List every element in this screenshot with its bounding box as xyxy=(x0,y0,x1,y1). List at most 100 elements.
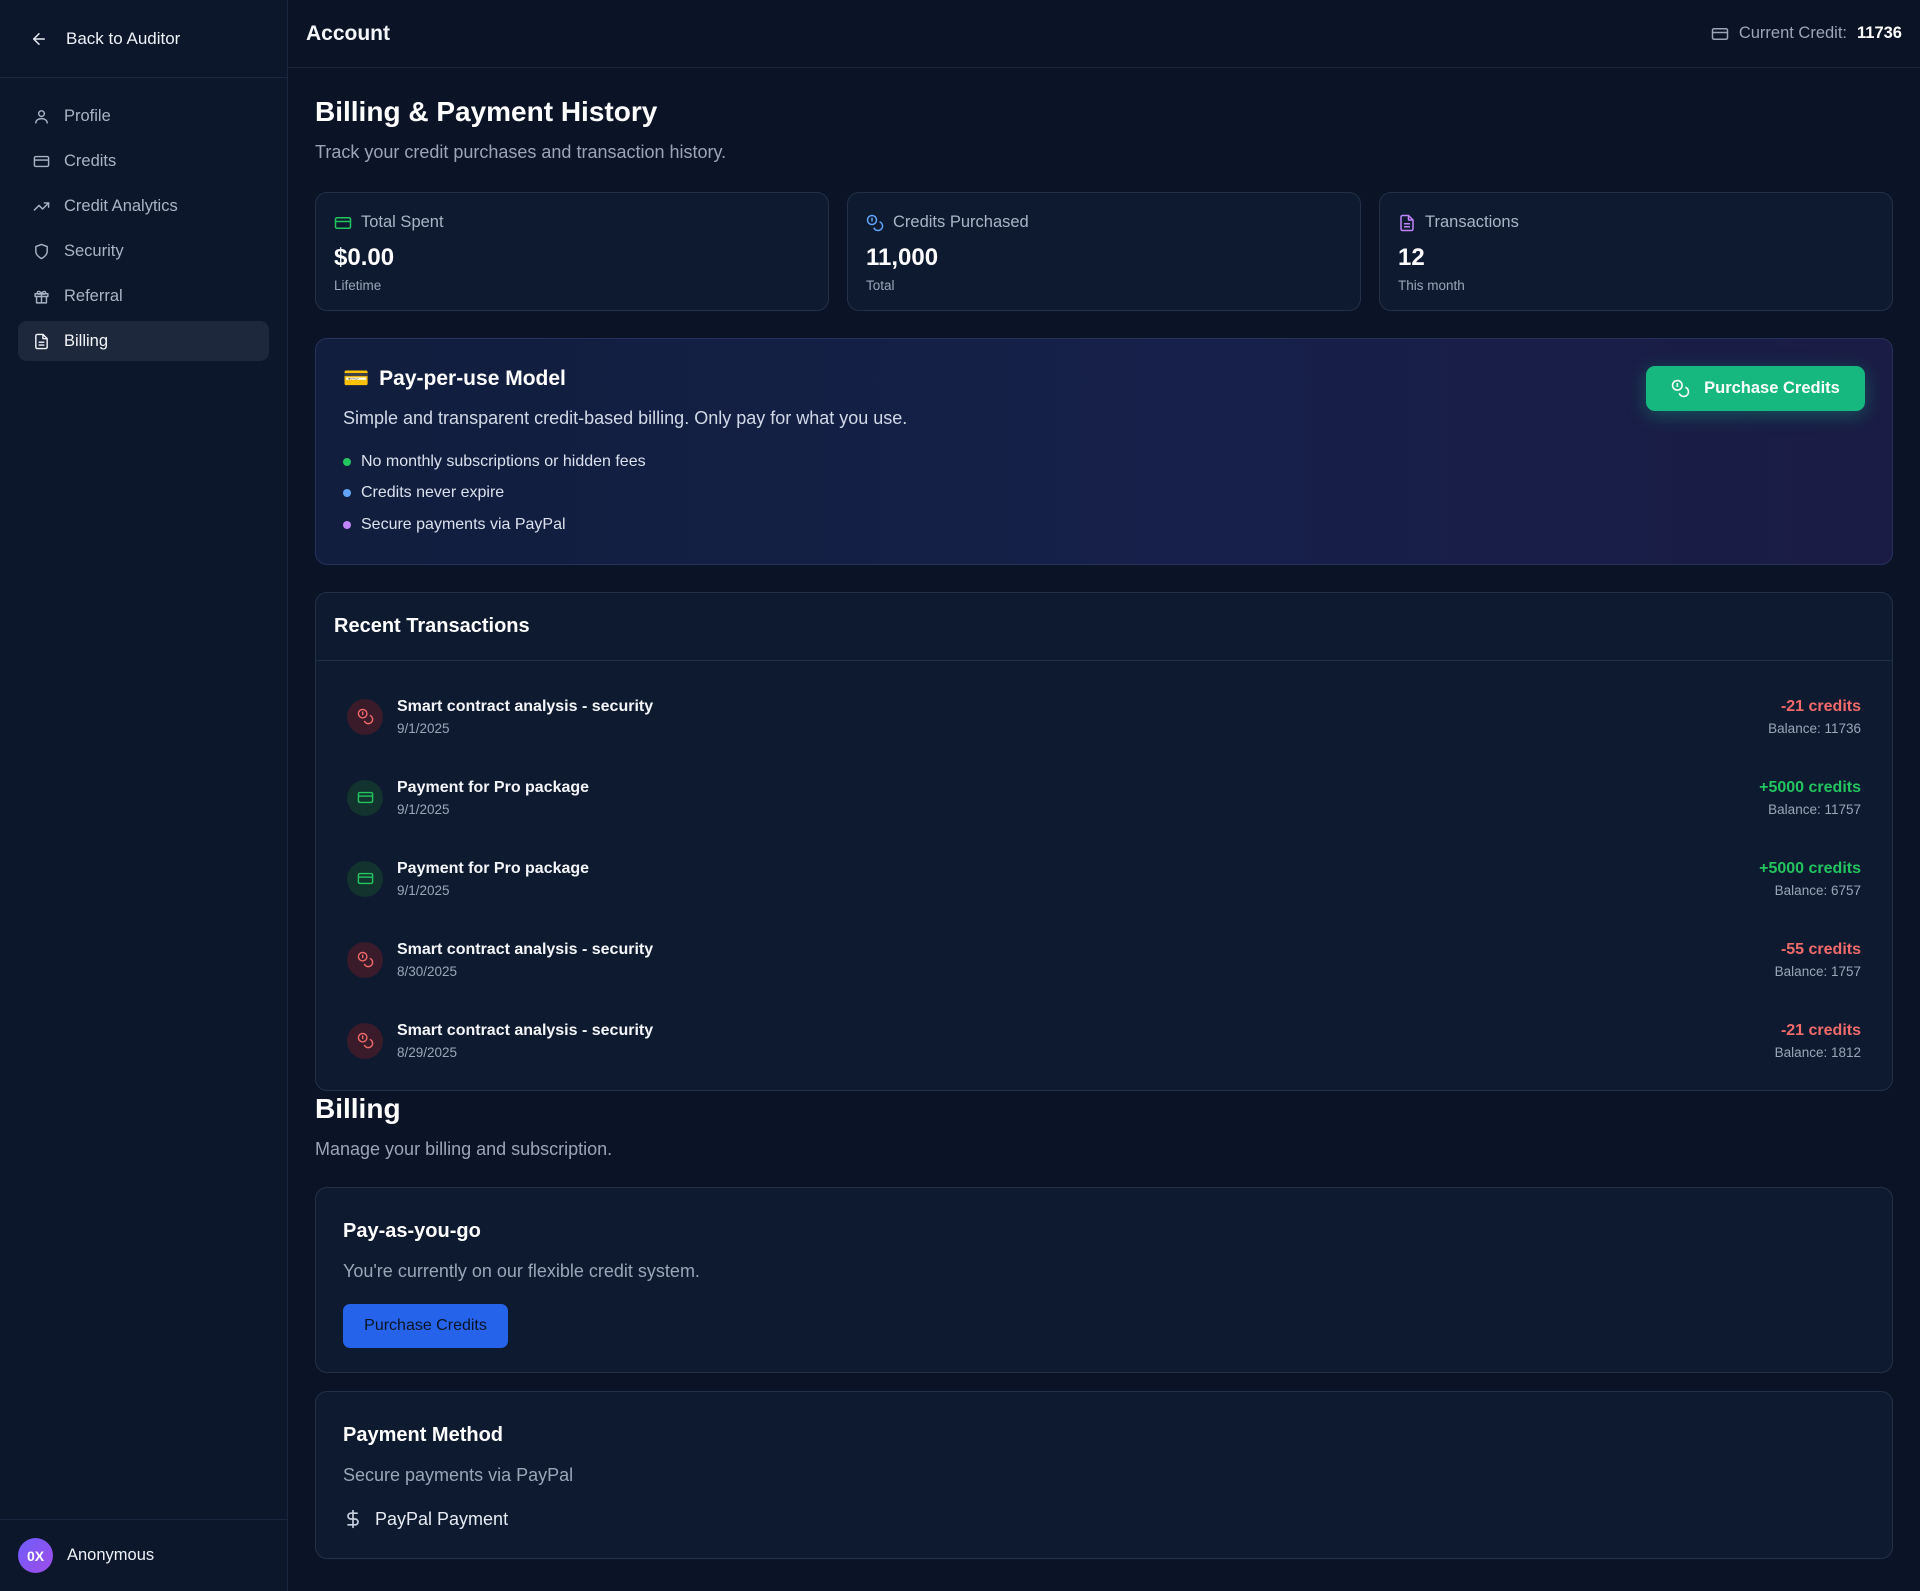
transaction-amount: -55 credits xyxy=(1780,940,1861,958)
transaction-amount: -21 credits xyxy=(1780,697,1861,715)
payment-method-label: PayPal Payment xyxy=(375,1508,509,1529)
transaction-balance: Balance: 1812 xyxy=(1774,1044,1861,1060)
coins-icon xyxy=(347,1022,383,1059)
credit-card-icon xyxy=(347,779,383,816)
sidebar-item-label: Referral xyxy=(64,286,123,305)
transaction-balance: Balance: 11757 xyxy=(1768,801,1861,817)
transactions-list: Smart contract analysis - security 9/1/2… xyxy=(316,661,1892,1081)
purchase-credits-label: Purchase Credits xyxy=(1704,379,1840,397)
table-row: Smart contract analysis - security 8/30/… xyxy=(347,919,1861,1000)
current-credit-label: Current Credit: xyxy=(1738,24,1848,42)
user-name: Anonymous xyxy=(67,1546,155,1564)
stat-value: 12 xyxy=(1398,244,1425,271)
payment-method-description: Secure payments via PayPal xyxy=(343,1465,574,1485)
stat-card-credits-purchased: Credits Purchased 11,000 Total xyxy=(847,192,1361,311)
gift-icon xyxy=(32,287,50,305)
plan-description: You're currently on our flexible credit … xyxy=(343,1261,700,1281)
transaction-description: Smart contract analysis - security xyxy=(397,1021,654,1039)
transaction-description: Payment for Pro package xyxy=(397,859,590,877)
bullet-text: No monthly subscriptions or hidden fees xyxy=(361,452,646,470)
promo-title: Pay-per-use Model xyxy=(379,367,566,390)
user-profile[interactable]: 0X Anonymous xyxy=(0,1519,287,1591)
purchase-credits-button[interactable]: Purchase Credits xyxy=(343,1304,508,1348)
recent-transactions-card: Recent Transactions Smart contract analy… xyxy=(315,592,1893,1091)
sidebar-item-label: Security xyxy=(64,241,124,260)
transaction-date: 9/1/2025 xyxy=(397,720,450,736)
transaction-description: Smart contract analysis - security xyxy=(397,697,654,715)
shield-icon xyxy=(32,242,50,260)
stat-value: $0.00 xyxy=(334,244,395,271)
sidebar-item-label: Credit Analytics xyxy=(64,196,178,215)
transaction-date: 8/30/2025 xyxy=(397,963,458,979)
credit-card-emoji-icon: 💳 xyxy=(343,367,370,390)
sidebar-item-profile[interactable]: Profile xyxy=(18,96,269,136)
transaction-balance: Balance: 11736 xyxy=(1768,720,1861,736)
table-row: Smart contract analysis - security 9/1/2… xyxy=(347,676,1861,757)
stat-value: 11,000 xyxy=(866,244,939,271)
sidebar-item-security[interactable]: Security xyxy=(18,231,269,271)
transaction-amount: +5000 credits xyxy=(1759,859,1861,877)
billing-title: Billing xyxy=(315,1093,401,1124)
main-content: Billing & Payment History Track your cre… xyxy=(315,68,1893,1559)
payment-method-card: Payment Method Secure payments via PayPa… xyxy=(315,1391,1893,1559)
stat-label: Total Spent xyxy=(361,213,444,231)
stat-card-total-spent: Total Spent $0.00 Lifetime xyxy=(315,192,829,311)
sidebar: Back to Auditor Profile Credits Credit A… xyxy=(0,0,288,1591)
bullet-dot-icon xyxy=(343,457,351,466)
sidebar-item-credit-analytics[interactable]: Credit Analytics xyxy=(18,186,269,226)
credit-card-icon xyxy=(334,214,352,232)
user-icon xyxy=(32,107,50,125)
arrow-left-icon xyxy=(30,30,48,48)
transaction-amount: -21 credits xyxy=(1780,1021,1861,1039)
feature-list: No monthly subscriptions or hidden fees … xyxy=(343,446,1865,541)
stat-note: This month xyxy=(1398,278,1465,293)
sidebar-item-label: Billing xyxy=(64,331,109,350)
sidebar-nav: Profile Credits Credit Analytics Securit… xyxy=(0,78,287,361)
sidebar-item-credits[interactable]: Credits xyxy=(18,141,269,181)
trending-up-icon xyxy=(32,197,50,215)
stat-note: Total xyxy=(866,278,895,293)
list-item: No monthly subscriptions or hidden fees xyxy=(343,446,1865,478)
billing-subtitle: Manage your billing and subscription. xyxy=(315,1139,613,1159)
stat-label: Credits Purchased xyxy=(893,213,1029,231)
sidebar-item-referral[interactable]: Referral xyxy=(18,276,269,316)
bullet-text: Secure payments via PayPal xyxy=(361,515,566,533)
coins-icon xyxy=(1671,379,1690,398)
credit-card-icon xyxy=(32,152,50,170)
bullet-text: Credits never expire xyxy=(361,484,505,502)
transaction-date: 9/1/2025 xyxy=(397,882,450,898)
bullet-dot-icon xyxy=(343,520,351,529)
credit-card-icon xyxy=(1711,25,1729,43)
pay-per-use-card: 💳 Pay-per-use Model Simple and transpare… xyxy=(315,338,1893,565)
back-link-label: Back to Auditor xyxy=(66,28,181,48)
bullet-dot-icon xyxy=(343,489,351,498)
purchase-credits-button[interactable]: Purchase Credits xyxy=(1646,366,1865,411)
history-subtitle: Track your credit purchases and transact… xyxy=(315,142,727,162)
plan-card: Pay-as-you-go You're currently on our fl… xyxy=(315,1187,1893,1373)
stat-card-transactions: Transactions 12 This month xyxy=(1379,192,1893,311)
promo-description: Simple and transparent credit-based bill… xyxy=(343,408,908,428)
back-to-auditor-link[interactable]: Back to Auditor xyxy=(0,0,287,78)
current-credit-value: 11736 xyxy=(1857,24,1902,42)
list-item: Credits never expire xyxy=(343,478,1865,510)
transaction-description: Payment for Pro package xyxy=(397,778,590,796)
coins-icon xyxy=(347,698,383,735)
table-row: Smart contract analysis - security 8/29/… xyxy=(347,1000,1861,1081)
transaction-balance: Balance: 1757 xyxy=(1774,963,1861,979)
table-row: Payment for Pro package 9/1/2025 +5000 c… xyxy=(347,838,1861,919)
plan-title: Pay-as-you-go xyxy=(343,1220,481,1242)
transaction-description: Smart contract analysis - security xyxy=(397,940,654,958)
transaction-date: 8/29/2025 xyxy=(397,1044,458,1060)
sidebar-item-billing[interactable]: Billing xyxy=(18,321,269,361)
transaction-date: 9/1/2025 xyxy=(397,801,450,817)
stats-row: Total Spent $0.00 Lifetime Credits Purch… xyxy=(315,192,1893,311)
stat-label: Transactions xyxy=(1425,213,1519,231)
file-text-icon xyxy=(1398,214,1416,232)
coins-icon xyxy=(347,941,383,978)
paypal-payment-method: PayPal Payment xyxy=(343,1508,1865,1530)
sidebar-item-label: Credits xyxy=(64,151,117,170)
payment-method-title: Payment Method xyxy=(343,1424,504,1446)
sidebar-item-label: Profile xyxy=(64,106,111,125)
coins-icon xyxy=(866,214,884,232)
avatar: 0X xyxy=(18,1538,53,1573)
